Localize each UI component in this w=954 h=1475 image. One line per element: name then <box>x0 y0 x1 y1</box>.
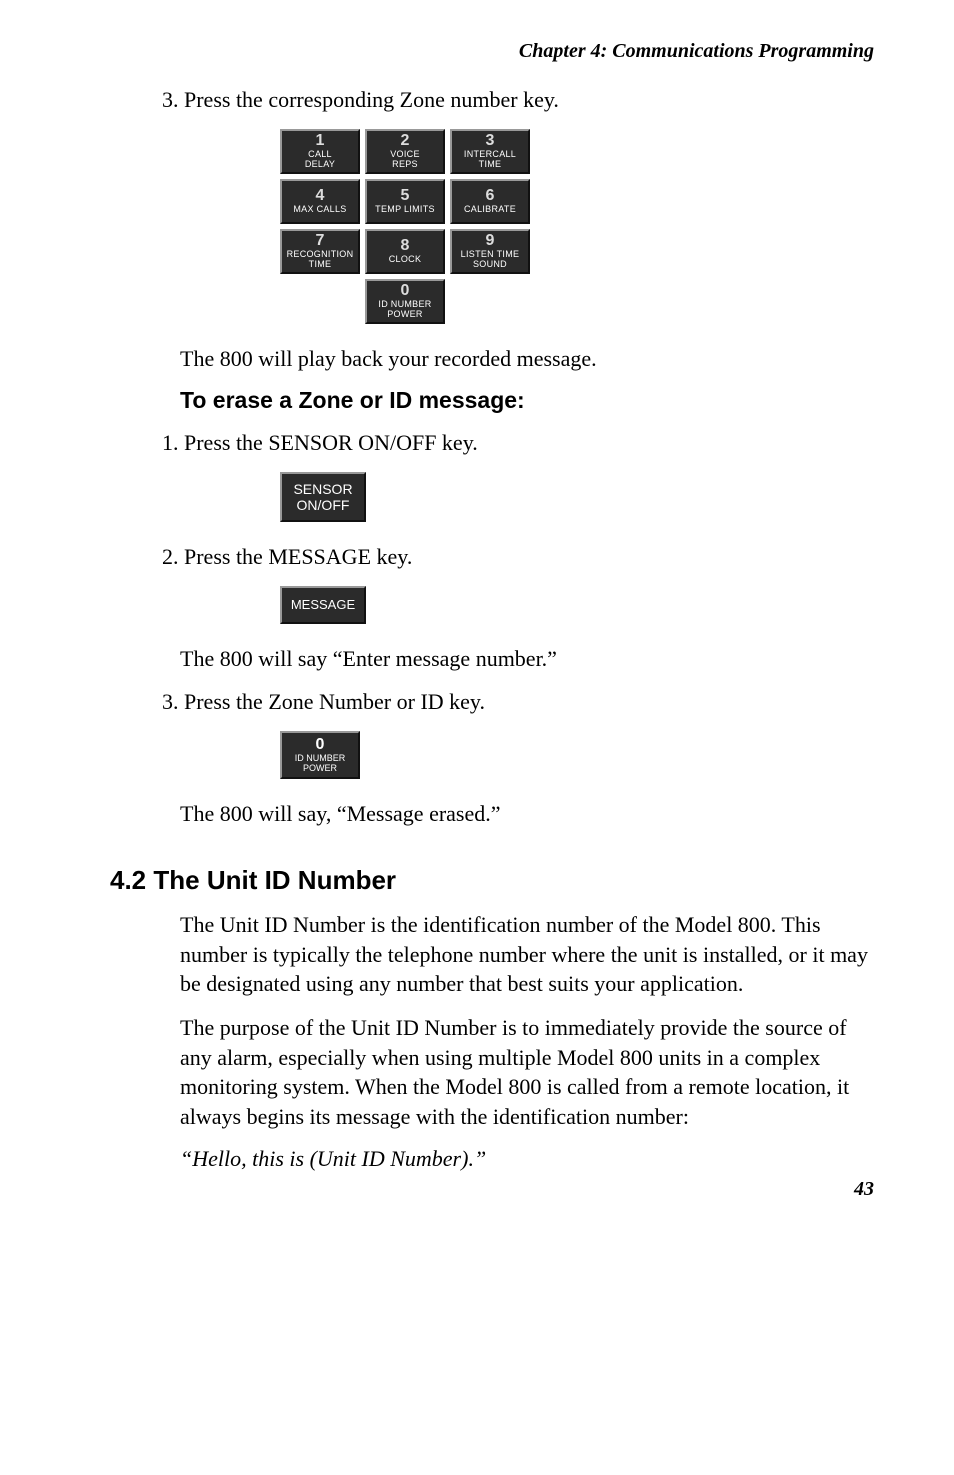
key-label: TEMP LIMITS <box>367 205 443 214</box>
key-digit: 9 <box>452 233 528 250</box>
key-1[interactable]: 1 CALL DELAY <box>280 129 360 174</box>
key-digit: 7 <box>282 233 358 250</box>
key-label: POWER <box>367 310 443 319</box>
key-label: POWER <box>303 764 337 774</box>
key-digit: 0 <box>367 283 443 300</box>
key-5[interactable]: 5 TEMP LIMITS <box>365 179 445 224</box>
key-label: CLOCK <box>367 255 443 264</box>
button-label: ON/OFF <box>297 497 350 513</box>
key-digit: 6 <box>452 188 528 205</box>
erase-heading: To erase a Zone or ID message: <box>180 387 874 414</box>
key-0[interactable]: 0 ID NUMBER POWER <box>365 279 445 324</box>
step-3-press-zone: 3. Press the corresponding Zone number k… <box>162 85 874 115</box>
page-number: 43 <box>110 1178 874 1201</box>
para-unit-id-1: The Unit ID Number is the identification… <box>180 910 874 999</box>
key-label: SOUND <box>452 260 528 269</box>
enter-message-text: The 800 will say “Enter message number.” <box>180 644 874 674</box>
step-2-message: 2. Press the MESSAGE key. <box>162 542 874 572</box>
key-2[interactable]: 2 VOICE REPS <box>365 129 445 174</box>
key-label: CALIBRATE <box>452 205 528 214</box>
key-digit: 2 <box>367 133 443 150</box>
id-number-button[interactable]: 0 ID NUMBER POWER <box>280 731 360 779</box>
button-label: SENSOR <box>293 481 352 497</box>
key-digit: 5 <box>367 188 443 205</box>
key-label: REPS <box>367 160 443 169</box>
sensor-onoff-button[interactable]: SENSOR ON/OFF <box>280 472 366 522</box>
key-9[interactable]: 9 LISTEN TIME SOUND <box>450 229 530 274</box>
section-heading-4-2: 4.2 The Unit ID Number <box>110 865 874 896</box>
key-6[interactable]: 6 CALIBRATE <box>450 179 530 224</box>
key-4[interactable]: 4 MAX CALLS <box>280 179 360 224</box>
key-digit: 8 <box>367 238 443 255</box>
key-label: TIME <box>452 160 528 169</box>
key-label: DELAY <box>282 160 358 169</box>
key-digit: 4 <box>282 188 358 205</box>
key-digit: 3 <box>452 133 528 150</box>
button-label: MESSAGE <box>291 597 355 612</box>
step-1-sensor: 1. Press the SENSOR ON/OFF key. <box>162 428 874 458</box>
key-label: MAX CALLS <box>282 205 358 214</box>
erased-text: The 800 will say, “Message erased.” <box>180 799 874 829</box>
key-label: TIME <box>282 260 358 269</box>
key-7[interactable]: 7 RECOGNITION TIME <box>280 229 360 274</box>
chapter-header: Chapter 4: Communications Programming <box>110 40 874 63</box>
keypad: 1 CALL DELAY 2 VOICE REPS 3 INTERCALL TI… <box>280 129 874 324</box>
step-3-zone-id: 3. Press the Zone Number or ID key. <box>162 687 874 717</box>
key-digit: 0 <box>316 736 325 754</box>
key-digit: 1 <box>282 133 358 150</box>
message-button[interactable]: MESSAGE <box>280 586 366 624</box>
hello-quote: “Hello, this is (Unit ID Number).” <box>180 1146 874 1172</box>
playback-text: The 800 will play back your recorded mes… <box>180 344 874 374</box>
para-unit-id-2: The purpose of the Unit ID Number is to … <box>180 1013 874 1132</box>
key-8[interactable]: 8 CLOCK <box>365 229 445 274</box>
key-3[interactable]: 3 INTERCALL TIME <box>450 129 530 174</box>
